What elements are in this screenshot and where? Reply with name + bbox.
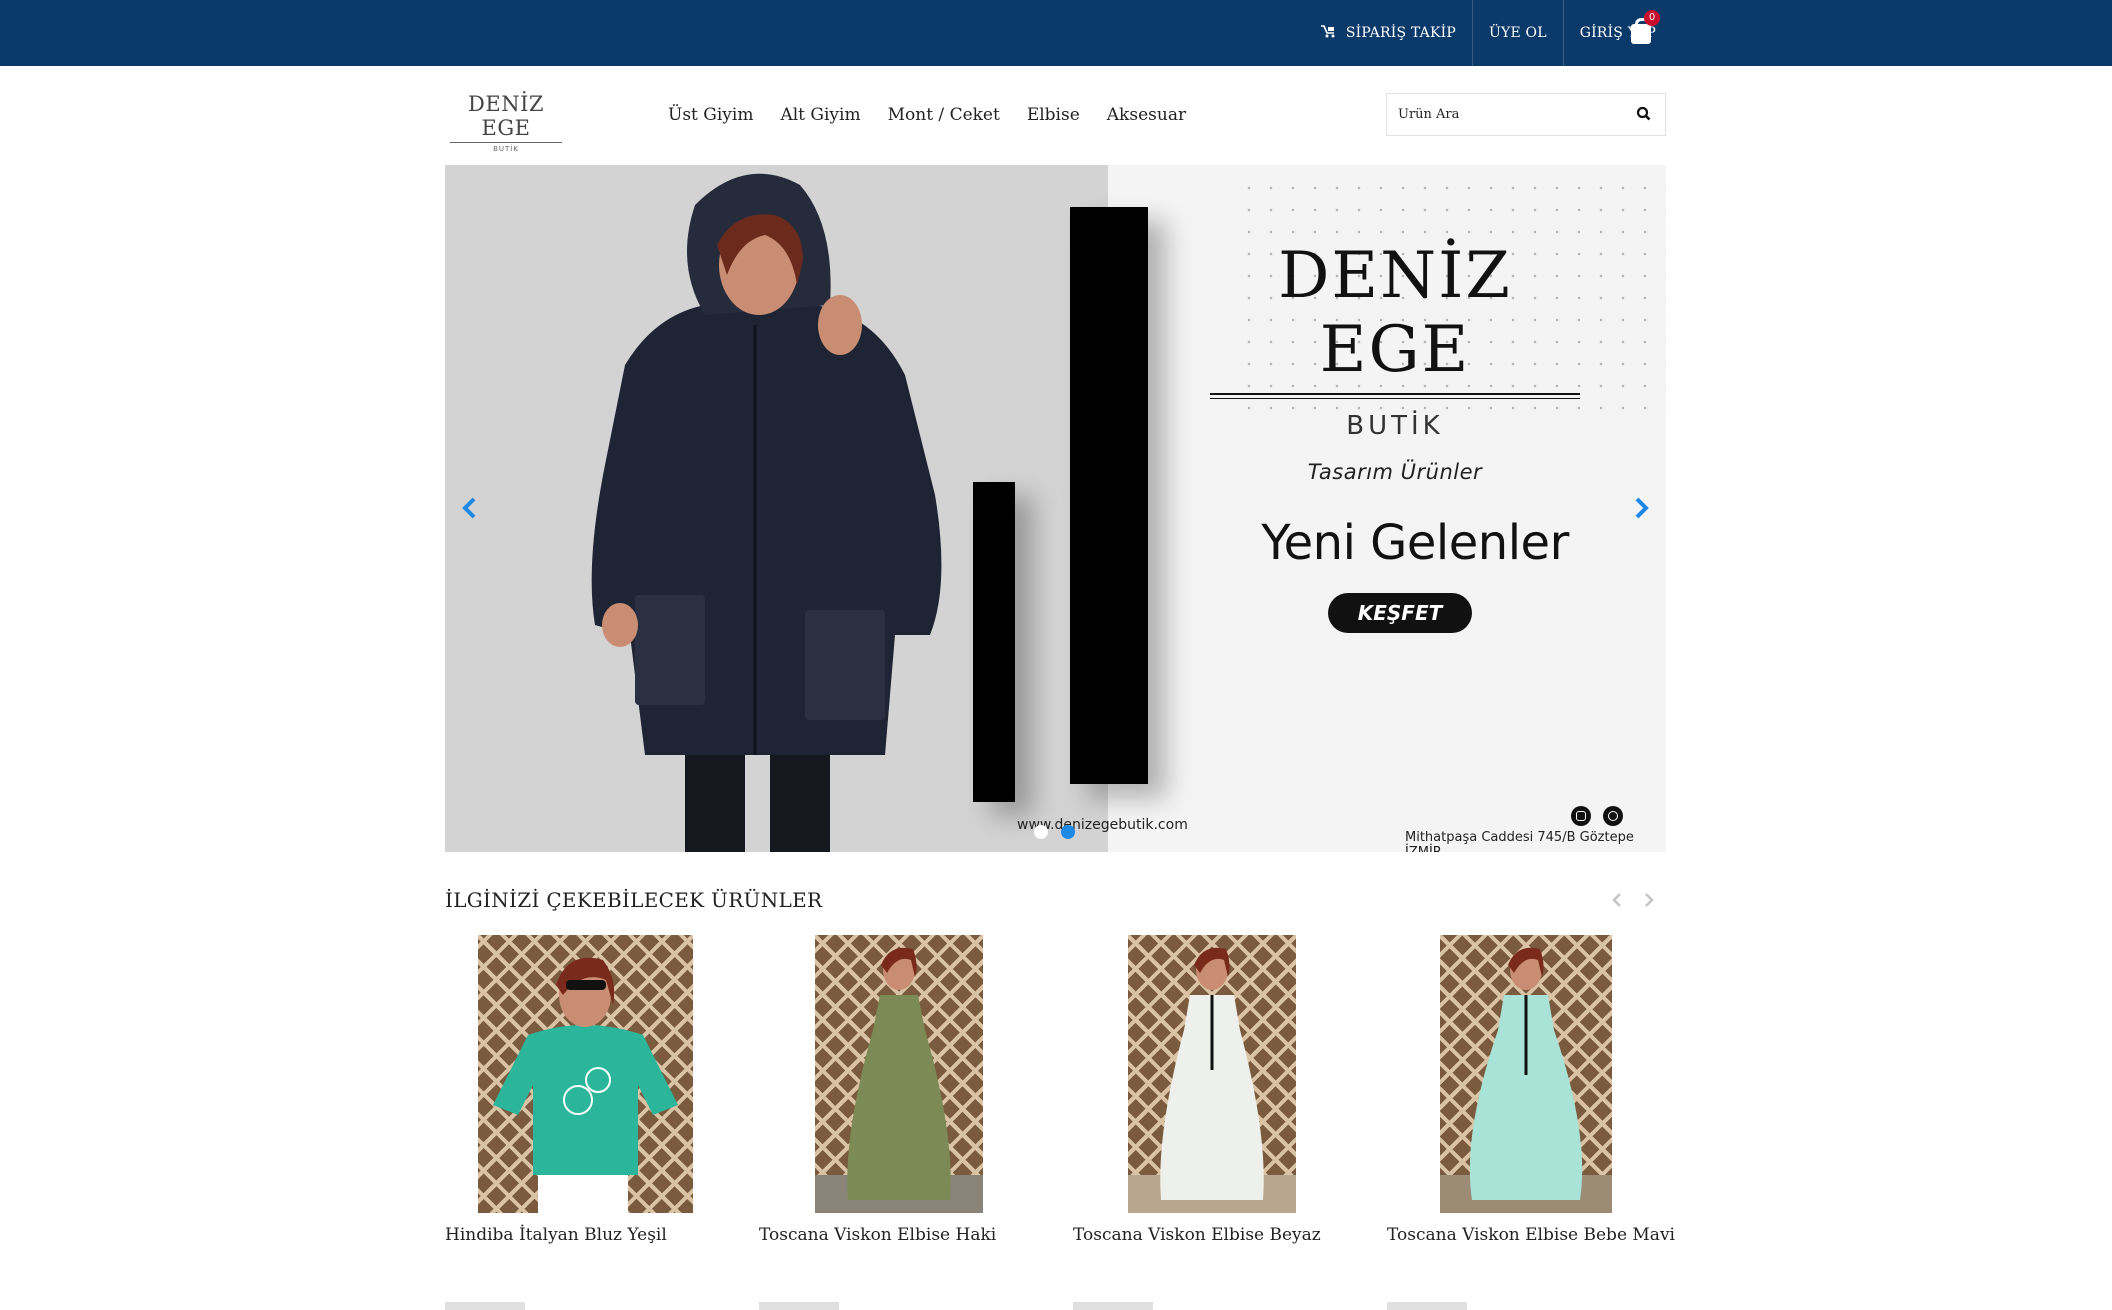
- product-card[interactable]: Hindiba İtalyan Bluz Yeşil: [445, 935, 745, 1245]
- whatsapp-icon[interactable]: [1603, 806, 1623, 826]
- logo-divider: [450, 142, 562, 143]
- search-box: [1386, 93, 1666, 136]
- order-track-label: SİPARİŞ TAKİP: [1345, 25, 1456, 41]
- top-bar: SİPARİŞ TAKİP ÜYE OL GİRİŞ YAP 0: [0, 0, 2112, 66]
- cart-button[interactable]: 0: [1627, 10, 1660, 50]
- search-input[interactable]: [1387, 94, 1628, 135]
- shopping-bag-icon: [1631, 24, 1651, 44]
- slider-dot-2[interactable]: [1061, 825, 1075, 839]
- cart-count-badge: 0: [1644, 10, 1660, 26]
- price-placeholder: [445, 1302, 525, 1310]
- slider-dots: [1034, 825, 1088, 839]
- nav-item-aksesuar[interactable]: Aksesuar: [1107, 100, 1186, 130]
- decor-bar-tall: [1070, 207, 1148, 784]
- nav-item-mont-ceket[interactable]: Mont / Ceket: [888, 100, 1000, 130]
- slider-next-arrow-icon[interactable]: [1628, 495, 1654, 521]
- main-nav: Üst Giyim Alt Giyim Mont / Ceket Elbise …: [668, 100, 1213, 130]
- truck-icon: [1320, 24, 1336, 42]
- order-track-link[interactable]: SİPARİŞ TAKİP: [1304, 0, 1472, 66]
- product-image[interactable]: [1387, 935, 1687, 1213]
- product-image[interactable]: [759, 935, 1059, 1213]
- product-card[interactable]: Toscana Viskon Elbise Beyaz: [1073, 935, 1373, 1245]
- price-placeholder: [1073, 1302, 1153, 1310]
- hero-slider: DENİZ EGE BUTİK Tasarım Ürünler Yeni Gel…: [445, 165, 1666, 852]
- discover-button[interactable]: KEŞFET: [1328, 593, 1472, 633]
- product-image[interactable]: [445, 935, 745, 1213]
- price-placeholder: [1387, 1302, 1467, 1310]
- logo-sub: BUTİK: [493, 145, 519, 153]
- site-logo[interactable]: DENİZ EGE BUTİK: [448, 92, 564, 153]
- product-name[interactable]: Toscana Viskon Elbise Bebe Mavi: [1387, 1225, 1675, 1245]
- product-name[interactable]: Toscana Viskon Elbise Haki: [759, 1225, 996, 1245]
- slide-address: Mithatpaşa Caddesi 745/B Göztepe İZMİR: [1405, 830, 1634, 852]
- instagram-icon[interactable]: [1571, 806, 1591, 826]
- decor-bar-short: [973, 482, 1015, 802]
- slide-brand-name: DENİZ EGE: [1278, 239, 1512, 387]
- product-name[interactable]: Hindiba İtalyan Bluz Yeşil: [445, 1225, 667, 1245]
- slider-dot-1[interactable]: [1034, 825, 1048, 839]
- section-title: İLGİNİZİ ÇEKEBİLECEK ÜRÜNLER: [445, 888, 823, 912]
- top-links: SİPARİŞ TAKİP ÜYE OL GİRİŞ YAP: [1304, 0, 1672, 66]
- search-icon[interactable]: [1635, 105, 1653, 123]
- model-photo: [591, 173, 942, 852]
- slide-tagline: Tasarım Ürünler: [1307, 460, 1483, 484]
- product-image[interactable]: [1073, 935, 1373, 1213]
- product-card[interactable]: Toscana Viskon Elbise Bebe Mavi: [1387, 935, 1687, 1245]
- nav-item-alt-giyim[interactable]: Alt Giyim: [780, 100, 860, 130]
- product-name[interactable]: Toscana Viskon Elbise Beyaz: [1073, 1225, 1321, 1245]
- slider-prev-arrow-icon[interactable]: [457, 495, 483, 521]
- register-link[interactable]: ÜYE OL: [1472, 0, 1563, 66]
- register-label: ÜYE OL: [1489, 25, 1547, 41]
- slide-brand-rule: [1210, 393, 1580, 395]
- slide-headline: Yeni Gelenler: [1261, 515, 1569, 571]
- nav-item-elbise[interactable]: Elbise: [1027, 100, 1080, 130]
- nav-item-ust-giyim[interactable]: Üst Giyim: [668, 100, 753, 130]
- logo-name: DENİZ EGE: [468, 92, 544, 140]
- product-card[interactable]: Toscana Viskon Elbise Haki: [759, 935, 1059, 1245]
- carousel-next-icon[interactable]: [1640, 888, 1658, 912]
- price-placeholder: [759, 1302, 839, 1310]
- slide-brand: DENİZ EGE BUTİK: [1210, 239, 1580, 441]
- carousel-prev-icon[interactable]: [1608, 888, 1626, 912]
- slide-brand-rule-thin: [1210, 398, 1580, 399]
- slide-brand-sub: BUTİK: [1346, 411, 1444, 441]
